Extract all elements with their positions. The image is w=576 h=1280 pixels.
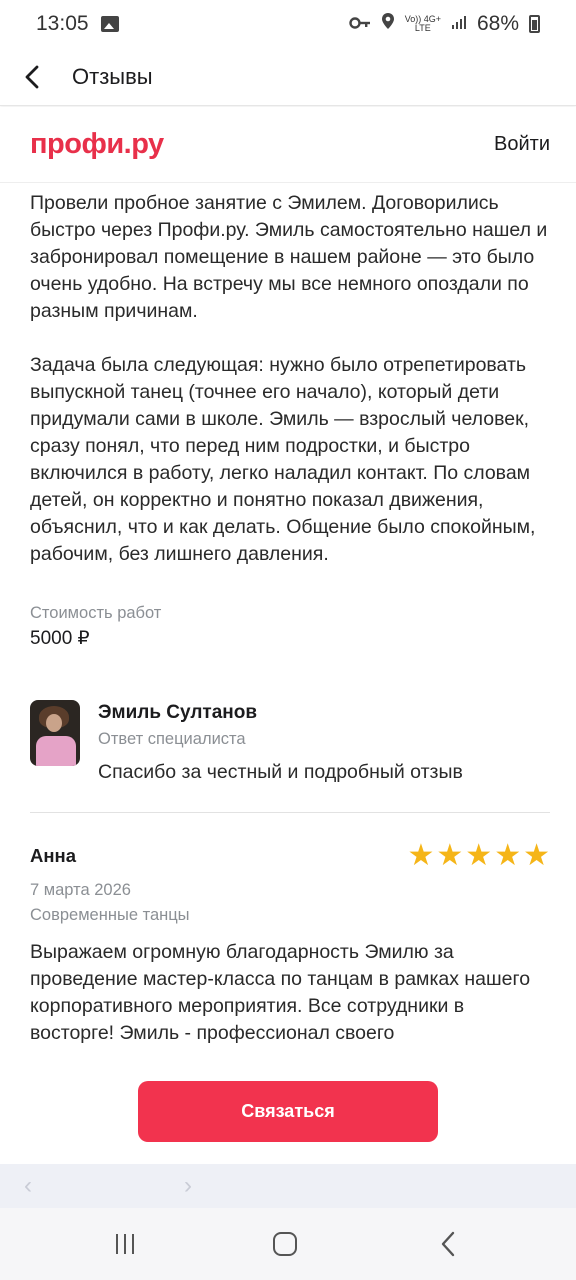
review-date: 7 марта 2026 — [30, 881, 131, 899]
network-indicator: Vo)) 4G+ LTE — [405, 15, 441, 33]
review-paragraph: Провели пробное занятие с Эмилем. Догово… — [30, 192, 548, 322]
system-nav — [0, 1208, 576, 1280]
site-bar: профи.ру Войти — [0, 107, 576, 183]
recents-bar — [116, 1234, 118, 1254]
cost-label: Стоимость работ — [30, 604, 162, 622]
review-paragraph: Задача была следующая: нужно было отрепе… — [30, 354, 536, 565]
location-icon — [381, 12, 395, 36]
app-header: Отзывы — [0, 48, 576, 106]
battery-icon — [529, 15, 540, 33]
profi-logo[interactable]: профи.ру — [30, 128, 164, 161]
nav-back-icon[interactable]: ‹ — [24, 1172, 32, 1200]
home-icon — [273, 1232, 297, 1256]
recents-bar — [124, 1234, 126, 1254]
reply-role: Ответ специалиста — [98, 730, 246, 748]
network-bottom-label: LTE — [414, 23, 431, 33]
divider — [30, 812, 550, 813]
review-header: Анна ★ ★ ★ ★ ★✦ — [30, 841, 550, 871]
rating-stars: ★ ★ ★ ★ ★✦ — [407, 841, 550, 871]
cost-value: 5000 ₽ — [30, 628, 90, 649]
chevron-left-icon — [25, 65, 39, 88]
key-icon — [348, 13, 371, 36]
page-title: Отзывы — [72, 63, 153, 89]
reply-text: Спасибо за честный и подробный отзыв — [98, 761, 463, 783]
star-icon: ★✦ — [523, 841, 550, 871]
review-body: Провели пробное занятие с Эмилем. Догово… — [30, 184, 550, 568]
contact-button[interactable]: Связаться — [138, 1081, 438, 1142]
status-bar: 13:05 Vo)) 4G+ LTE 68% — [0, 0, 576, 48]
login-link[interactable]: Войти — [494, 133, 550, 156]
home-button[interactable] — [271, 1226, 299, 1262]
battery-level: 68% — [476, 12, 519, 35]
recents-bar — [132, 1234, 134, 1254]
avatar[interactable] — [30, 700, 80, 766]
cta-area: Связаться — [0, 1060, 576, 1164]
status-right: Vo)) 4G+ LTE 68% — [348, 12, 540, 36]
signal-icon — [451, 13, 467, 36]
specialist-name[interactable]: Эмиль Султанов — [98, 702, 463, 724]
review-text: Выражаем огромную благодарность Эмилю за… — [30, 941, 531, 1044]
reply-body: Эмиль Султанов Ответ специалиста Спасибо… — [98, 700, 463, 784]
star-icon: ★ — [407, 839, 435, 872]
specialist-reply: Эмиль Султанов Ответ специалиста Спасибо… — [30, 700, 550, 784]
reviews-content[interactable]: Провели пробное занятие с Эмилем. Догово… — [30, 184, 550, 1060]
back-button[interactable] — [0, 48, 64, 106]
gallery-icon — [100, 16, 119, 32]
status-time: 13:05 — [36, 12, 89, 35]
back-icon — [441, 1231, 455, 1257]
star-icon: ★ — [465, 839, 493, 872]
avatar-shirt — [36, 736, 76, 766]
review-category: Современные танцы — [30, 906, 190, 924]
review-author: Анна — [30, 845, 76, 866]
browser-nav: ‹ › — [0, 1164, 576, 1208]
star-icon: ★ — [494, 839, 522, 872]
system-back-button[interactable] — [436, 1226, 460, 1262]
status-left: 13:05 — [36, 12, 119, 36]
nav-forward-icon[interactable]: › — [184, 1172, 192, 1200]
avatar-face — [46, 714, 62, 732]
star-icon: ★ — [436, 839, 464, 872]
recents-button[interactable] — [110, 1226, 140, 1262]
